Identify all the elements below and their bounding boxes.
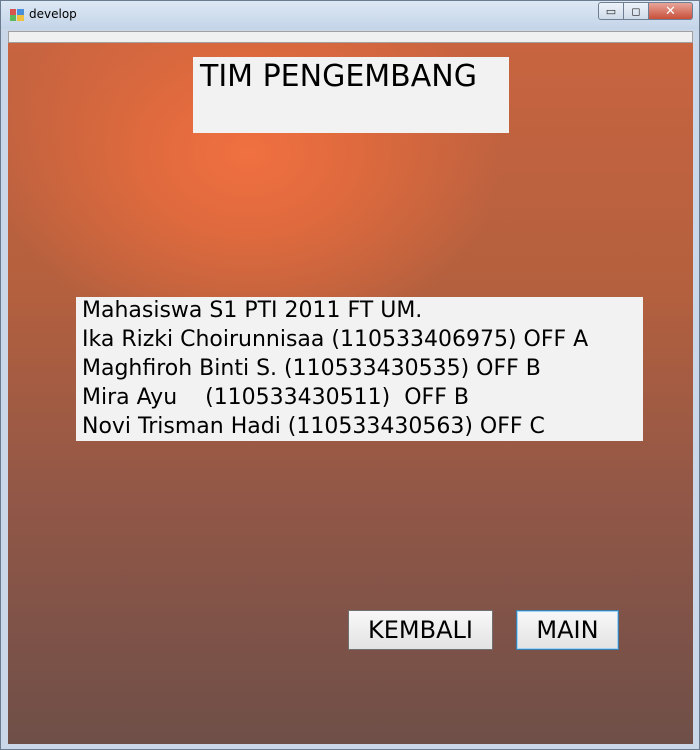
- info-line-member-1: Ika Rizki Choirunnisaa (110533406975) OF…: [82, 327, 589, 352]
- app-window: develop ▭ ◻ ✕ TIM PENGEMBANG Mahasiswa S…: [0, 0, 700, 750]
- window-title: develop: [29, 7, 77, 21]
- minimize-icon: ▭: [605, 4, 617, 18]
- window-controls: ▭ ◻ ✕: [598, 2, 693, 20]
- close-button[interactable]: ✕: [649, 2, 693, 20]
- heading-panel: TIM PENGEMBANG: [193, 57, 509, 133]
- app-window-icon: [10, 9, 24, 21]
- kembali-button[interactable]: KEMBALI: [348, 610, 493, 650]
- info-line-member-2: Maghfiroh Binti S. (110533430535) OFF B: [82, 356, 541, 381]
- maximize-button[interactable]: ◻: [624, 2, 649, 20]
- team-info-panel: Mahasiswa S1 PTI 2011 FT UM. Ika Rizki C…: [76, 297, 643, 441]
- main-button[interactable]: MAIN: [516, 610, 619, 650]
- menu-strip: [8, 31, 693, 43]
- form-client-area: TIM PENGEMBANG Mahasiswa S1 PTI 2011 FT …: [8, 43, 693, 744]
- page-title: TIM PENGEMBANG: [200, 59, 477, 94]
- minimize-button[interactable]: ▭: [598, 2, 624, 20]
- title-bar[interactable]: develop ▭ ◻ ✕: [1, 1, 699, 29]
- info-line-member-3: Mira Ayu (110533430511) OFF B: [82, 385, 469, 410]
- close-icon: ✕: [665, 3, 676, 19]
- maximize-icon: ◻: [631, 4, 641, 18]
- info-line-member-4: Novi Trisman Hadi (110533430563) OFF C: [82, 414, 545, 439]
- info-line-program: Mahasiswa S1 PTI 2011 FT UM.: [82, 298, 423, 323]
